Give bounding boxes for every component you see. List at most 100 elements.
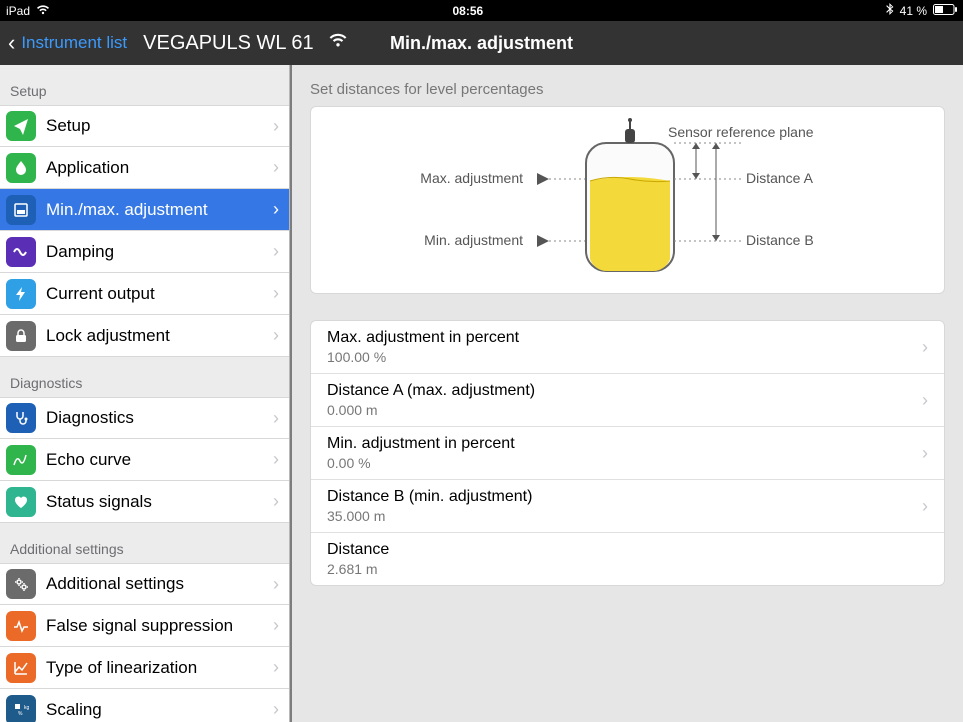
- value-row-min-adjustment-in-percent[interactable]: Min. adjustment in percent 0.00 % ›: [311, 427, 944, 480]
- sidebar-item-label: Setup: [46, 116, 273, 136]
- sidebar-item-label: Application: [46, 158, 273, 178]
- adjustment-values-card: Max. adjustment in percent100.00 %›Dista…: [310, 320, 945, 586]
- sidebar-item-label: Scaling: [46, 700, 273, 720]
- diagram-min-adj-label: Min. adjustment: [424, 232, 523, 248]
- bluetooth-icon: [886, 3, 894, 18]
- status-left: iPad: [6, 4, 50, 18]
- sidebar-item-label: Diagnostics: [46, 408, 273, 428]
- device-title: VEGAPULS WL 61: [143, 32, 313, 55]
- pulse-icon: [6, 611, 36, 641]
- value-title: Min. adjustment in percent: [327, 435, 515, 453]
- scale-icon: %kg: [6, 695, 36, 722]
- chevron-right-icon: ›: [273, 449, 279, 470]
- sidebar-item-lock-adjustment[interactable]: Lock adjustment›: [0, 315, 289, 357]
- bolt-icon: [6, 279, 36, 309]
- sidebar-item-scaling[interactable]: %kg Scaling›: [0, 689, 289, 722]
- sidebar-item-application[interactable]: Application›: [0, 147, 289, 189]
- sidebar-item-label: Damping: [46, 242, 273, 262]
- battery-pct: 41 %: [900, 4, 927, 18]
- status-time: 08:56: [452, 4, 483, 18]
- sidebar-item-setup[interactable]: Setup›: [0, 105, 289, 147]
- wifi-icon: [36, 4, 50, 18]
- diagram-dist-a-label: Distance A: [746, 170, 814, 186]
- sidebar-item-min-max-adjustment[interactable]: Min./max. adjustment›: [0, 189, 289, 231]
- lock-icon: [6, 321, 36, 351]
- value-row-distance-a-max-adjustment[interactable]: Distance A (max. adjustment) 0.000 m ›: [311, 374, 944, 427]
- value-row-max-adjustment-in-percent[interactable]: Max. adjustment in percent 100.00 % ›: [311, 321, 944, 374]
- status-right: 41 %: [886, 3, 957, 18]
- sidebar-item-additional-settings[interactable]: Additional settings›: [0, 563, 289, 605]
- chevron-right-icon: ›: [273, 325, 279, 346]
- status-bar: iPad 08:56 41 %: [0, 0, 963, 21]
- chevron-right-icon: ›: [273, 199, 279, 220]
- drop-icon: [6, 153, 36, 183]
- value-title: Distance A (max. adjustment): [327, 382, 535, 400]
- svg-text:%: %: [18, 711, 23, 717]
- value-readout: 0.000 m: [327, 402, 535, 418]
- sidebar-item-label: Status signals: [46, 492, 273, 512]
- nav-left: ‹ Instrument list VEGAPULS WL 61: [8, 30, 348, 56]
- sidebar-item-type-of-linearization[interactable]: Type of linearization›: [0, 647, 289, 689]
- chevron-right-icon: ›: [922, 443, 928, 464]
- device-label: iPad: [6, 4, 30, 18]
- diagram-sensor-ref-label: Sensor reference plane: [668, 124, 814, 140]
- svg-text:kg: kg: [24, 705, 30, 711]
- diagram-max-adj-label: Max. adjustment: [420, 170, 523, 186]
- sidebar-item-label: Echo curve: [46, 450, 273, 470]
- chevron-right-icon: ›: [273, 699, 279, 720]
- chevron-right-icon: ›: [273, 157, 279, 178]
- curve-icon: [6, 445, 36, 475]
- sidebar-item-diagnostics[interactable]: Diagnostics›: [0, 397, 289, 439]
- section-header: Additional settings: [0, 523, 289, 563]
- sidebar-item-status-signals[interactable]: Status signals›: [0, 481, 289, 523]
- value-title: Distance B (min. adjustment): [327, 488, 532, 506]
- sidebar-item-current-output[interactable]: Current output›: [0, 273, 289, 315]
- chevron-right-icon: ›: [273, 116, 279, 137]
- chevron-right-icon: ›: [273, 491, 279, 512]
- chevron-right-icon: ›: [922, 337, 928, 358]
- nav-bar: ‹ Instrument list VEGAPULS WL 61 Min./ma…: [0, 21, 963, 65]
- heart-icon: [6, 487, 36, 517]
- main-panel: Set distances for level percentages Sens…: [292, 65, 963, 722]
- back-chevron-icon[interactable]: ‹: [8, 30, 15, 56]
- chart-icon: [6, 653, 36, 683]
- split-view: SetupSetup›Application›Min./max. adjustm…: [0, 65, 963, 722]
- chevron-right-icon: ›: [273, 241, 279, 262]
- sidebar-item-label: Lock adjustment: [46, 326, 273, 346]
- value-row-distance-b-min-adjustment[interactable]: Distance B (min. adjustment)35.000 m›: [311, 480, 944, 533]
- sidebar-item-label: Min./max. adjustment: [46, 200, 273, 220]
- chevron-right-icon: ›: [273, 657, 279, 678]
- sidebar-item-label: Current output: [46, 284, 273, 304]
- adjustment-diagram: Sensor reference plane Max. adjustment M…: [310, 106, 945, 294]
- gauge-icon: [6, 195, 36, 225]
- chevron-right-icon: ›: [273, 615, 279, 636]
- max-arrow-icon: [537, 173, 586, 185]
- steth-icon: [6, 403, 36, 433]
- value-title: Max. adjustment in percent: [327, 329, 519, 347]
- chevron-right-icon: ›: [922, 390, 928, 411]
- paper-plane-icon: [6, 111, 36, 141]
- diagram-dist-b-label: Distance B: [746, 232, 814, 248]
- min-arrow-icon: [537, 235, 586, 247]
- back-link[interactable]: Instrument list: [21, 33, 127, 53]
- value-readout: 0.00 %: [327, 455, 515, 471]
- device-wifi-icon[interactable]: [328, 33, 348, 53]
- sidebar-item-label: Additional settings: [46, 574, 273, 594]
- value-row-distance: Distance 2.681 m: [311, 533, 944, 585]
- dist-b-arrow-icon: [712, 143, 720, 241]
- sidebar-item-damping[interactable]: Damping›: [0, 231, 289, 273]
- chevron-right-icon: ›: [273, 408, 279, 429]
- sidebar[interactable]: SetupSetup›Application›Min./max. adjustm…: [0, 65, 290, 722]
- value-title: Distance: [327, 541, 389, 559]
- sidebar-item-label: False signal suppression: [46, 616, 273, 636]
- chevron-right-icon: ›: [273, 574, 279, 595]
- sidebar-item-false-signal-suppression[interactable]: False signal suppression›: [0, 605, 289, 647]
- section-header: Setup: [0, 65, 289, 105]
- battery-icon: [933, 4, 957, 18]
- tank-icon: [586, 118, 674, 271]
- value-readout: 35.000 m: [327, 508, 532, 524]
- sidebar-item-echo-curve[interactable]: Echo curve›: [0, 439, 289, 481]
- hint-text: Set distances for level percentages: [310, 81, 945, 98]
- value-readout: 100.00 %: [327, 349, 519, 365]
- value-readout: 2.681 m: [327, 561, 389, 577]
